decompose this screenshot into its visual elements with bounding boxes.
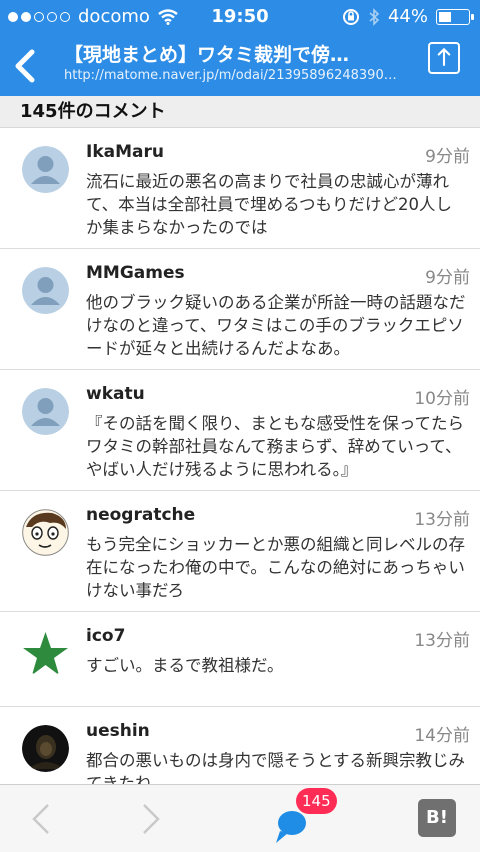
comment-author[interactable]: ueshin [86,721,150,741]
status-bar-right: 44% [342,6,474,27]
comment-text: もう完全にショッカーとか悪の組織と同レベルの存在になったわ俺の中で。こんなの絶対… [86,535,466,600]
battery-percent: 44% [387,6,428,27]
comment-time: 10分前 [414,389,470,409]
comment-item[interactable]: wkatu 10分前 『その話を聞く限り、まともな感受性を保ってたらワタミの幹部… [0,370,480,491]
comment-count-badge: 145 [296,788,337,814]
page-title: 【現地まとめ】ワタミ裁判で傍… [64,44,350,66]
back-arrow-icon[interactable] [26,801,54,837]
comment-text: 他のブラック疑いのある企業が所詮一時の話題なだけなのと違って、ワタミはこの手のブ… [86,293,466,358]
battery-icon [436,8,474,25]
comment-item[interactable]: MMGames 9分前 他のブラック疑いのある企業が所詮一時の話題なだけなのと違… [0,249,480,370]
comment-time: 9分前 [425,268,470,288]
green-star-avatar[interactable] [22,630,69,677]
comment-author[interactable]: ico7 [86,626,125,646]
comment-item[interactable]: ico7 13分前 すごい。まるで教祖様だ。 [0,612,480,707]
default-avatar-icon[interactable] [22,146,69,193]
comment-text: 『その話を聞く限り、まともな感受性を保ってたらワタミの幹部社員なんて務まらず、辞… [86,414,465,479]
comment-list[interactable]: IkaMaru 9分前 流石に最近の悪名の高まりで社員の忠誠心が薄れて、本当は全… [0,128,480,784]
page-url: http://matome.naver.jp/m/odai/2139589624… [64,68,404,83]
comment-item[interactable]: neogratche 13分前 もう完全にショッカーとか悪の組織と同レベルの存在… [0,491,480,612]
navigation-bar: 【現地まとめ】ワタミ裁判で傍… http://matome.naver.jp/m… [0,34,480,96]
comment-time: 13分前 [414,510,470,530]
share-icon[interactable] [428,42,460,74]
default-avatar-icon[interactable] [22,388,69,435]
photo-avatar[interactable] [22,725,69,772]
comment-text: 流石に最近の悪名の高まりで社員の忠誠心が薄れて、本当は全部社員で埋めるつもりだけ… [86,172,453,237]
bluetooth-icon [369,7,380,26]
orientation-lock-icon [342,8,359,25]
hatena-bookmark-button[interactable]: B! [418,799,456,837]
cartoon-face-avatar[interactable] [22,509,69,556]
comment-time: 9分前 [425,147,470,167]
comment-time: 13分前 [414,631,470,651]
comment-author[interactable]: neogratche [86,505,195,525]
status-bar: docomo 19:50 44% [0,0,480,34]
comment-text: 都合の悪いものは身内で隠そうとする新興宗教じみてきたね。 [86,751,466,784]
comment-author[interactable]: IkaMaru [86,142,164,162]
comment-time: 14分前 [414,726,470,746]
comment-author[interactable]: wkatu [86,384,145,404]
comment-item[interactable]: ueshin 14分前 都合の悪いものは身内で隠そうとする新興宗教じみてきたね。 [0,707,480,784]
comment-count-header: 145件のコメント [0,96,480,128]
forward-arrow-icon[interactable] [138,801,166,837]
default-avatar-icon[interactable] [22,267,69,314]
back-arrow-icon[interactable] [8,46,42,86]
comment-text: すごい。まるで教祖様だ。 [86,656,284,675]
comment-author[interactable]: MMGames [86,263,185,283]
comment-item[interactable]: IkaMaru 9分前 流石に最近の悪名の高まりで社員の忠誠心が薄れて、本当は全… [0,128,480,249]
bottom-toolbar: B! [0,784,480,852]
